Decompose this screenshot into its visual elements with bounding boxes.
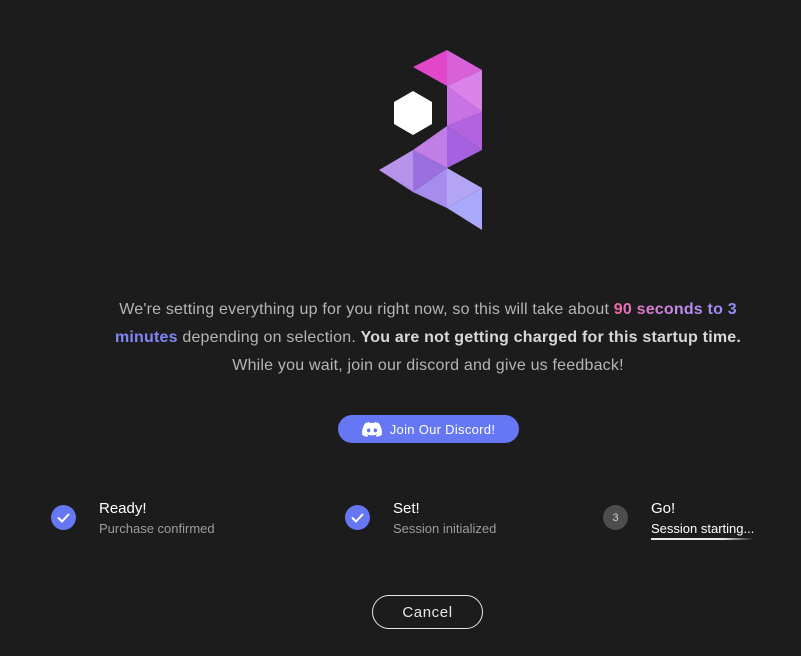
time-highlight: 90 seconds to 3 bbox=[613, 301, 737, 318]
setup-message: We're setting everything up for you righ… bbox=[100, 296, 756, 380]
loading-screen: We're setting everything up for you righ… bbox=[0, 0, 801, 656]
step-number-badge: 3 bbox=[603, 505, 628, 530]
cancel-button[interactable]: Cancel bbox=[372, 595, 483, 629]
discord-icon bbox=[361, 421, 382, 437]
step-subtitle: Purchase confirmed bbox=[99, 521, 215, 536]
step-title: Go! bbox=[651, 500, 676, 517]
check-icon bbox=[57, 513, 70, 522]
step-title: Set! bbox=[393, 500, 420, 517]
check-icon bbox=[351, 513, 364, 522]
join-discord-button[interactable]: Join Our Discord! bbox=[338, 415, 519, 443]
step-complete-badge bbox=[345, 505, 370, 530]
discord-invite-text: While you wait, join our discord and giv… bbox=[232, 357, 624, 374]
message-intro: We're setting everything up for you righ… bbox=[119, 301, 614, 318]
step-title: Ready! bbox=[99, 500, 147, 517]
message-selection-note: depending on selection. bbox=[177, 329, 361, 346]
brand-logo bbox=[379, 50, 482, 230]
join-discord-label: Join Our Discord! bbox=[389, 421, 496, 437]
step-subtitle: Session starting... bbox=[651, 521, 755, 540]
step-subtitle: Session initialized bbox=[393, 521, 497, 536]
time-highlight-unit: minutes bbox=[114, 329, 178, 346]
no-charge-note: You are not getting charged for this sta… bbox=[360, 329, 742, 346]
step-complete-badge bbox=[51, 505, 76, 530]
